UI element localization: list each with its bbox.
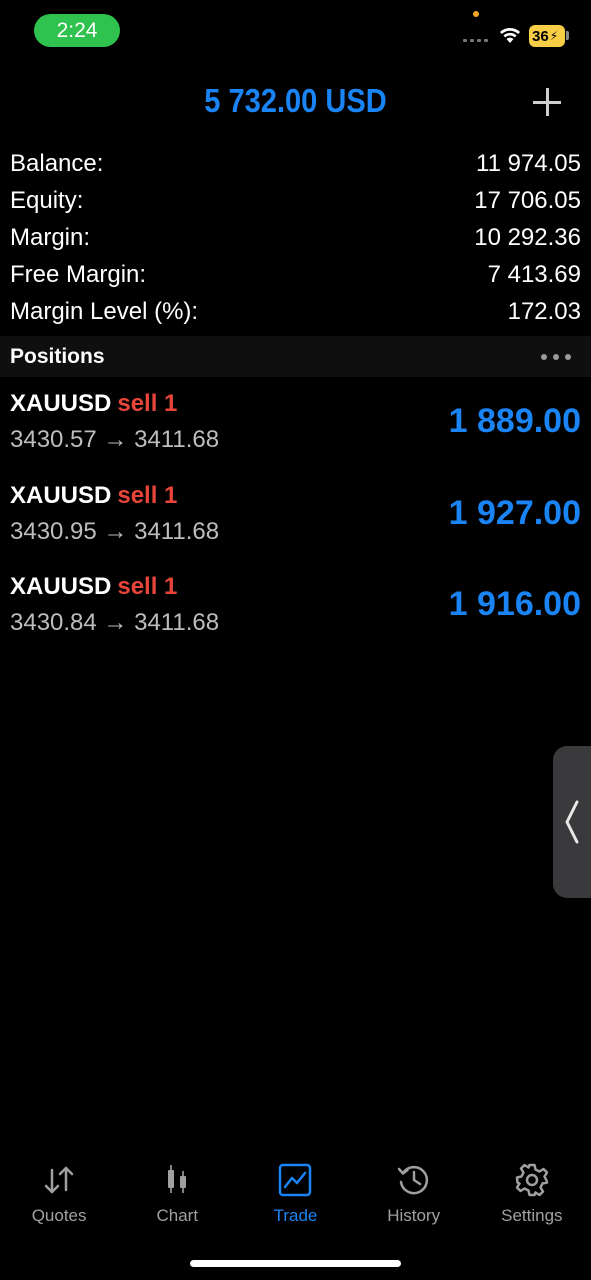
- tab-label: Settings: [501, 1206, 563, 1225]
- cellular-signal-icon: [463, 39, 488, 42]
- battery-icon: 36 ⚡: [529, 25, 565, 47]
- summary-label: Equity:: [10, 186, 84, 214]
- position-side: sell 1: [117, 390, 178, 417]
- tab-label: History: [387, 1206, 441, 1225]
- battery-tip: [566, 31, 569, 40]
- tab-chart[interactable]: Chart: [118, 1150, 236, 1240]
- position-prices: 3430.84 → 3411.68: [10, 609, 220, 636]
- chevron-left-icon: [565, 800, 579, 844]
- position-side: sell 1: [117, 573, 178, 600]
- summary-label: Balance:: [10, 149, 104, 177]
- summary-row-margin: Margin: 10 292.36: [10, 219, 581, 256]
- summary-value: 10 292.36: [474, 223, 581, 251]
- position-symbol: XAUUSD: [10, 481, 112, 509]
- account-profit-title: 5 732.00 USD: [204, 82, 387, 119]
- summary-label: Margin Level (%):: [10, 297, 199, 325]
- summary-label: Margin:: [10, 223, 91, 251]
- more-options-icon[interactable]: [541, 353, 571, 360]
- home-indicator[interactable]: [190, 1260, 401, 1267]
- position-title: XAUUSD sell 1: [10, 573, 177, 601]
- position-side: sell 1: [117, 481, 178, 509]
- position-title: XAUUSD sell 1: [10, 390, 177, 418]
- tab-trade[interactable]: Trade: [236, 1150, 354, 1240]
- tab-label: Quotes: [31, 1206, 87, 1225]
- tab-label: Chart: [156, 1206, 199, 1225]
- history-icon: [397, 1165, 428, 1195]
- position-profit: 1 916.00: [448, 585, 581, 623]
- summary-value: 7 413.69: [487, 260, 581, 288]
- position-title: XAUUSD sell 1: [10, 482, 177, 510]
- position-row[interactable]: XAUUSD sell 1 3430.84 → 3411.68 1 916.00: [0, 567, 591, 659]
- position-prices: 3430.57 → 3411.68: [10, 426, 220, 453]
- summary-value: 17 706.05: [474, 186, 581, 214]
- summary-label: Free Margin:: [10, 260, 147, 288]
- status-bar: 2:24 36 ⚡: [0, 0, 591, 60]
- tab-quotes[interactable]: Quotes: [0, 1150, 118, 1240]
- position-symbol: XAUUSD: [10, 573, 112, 600]
- new-order-button[interactable]: [531, 86, 563, 118]
- summary-row-free-margin: Free Margin: 7 413.69: [10, 256, 581, 293]
- position-symbol: XAUUSD: [10, 390, 112, 417]
- account-summary: Balance: 11 974.05 Equity: 17 706.05 Mar…: [10, 145, 581, 330]
- summary-row-balance: Balance: 11 974.05: [10, 145, 581, 182]
- bottom-tab-bar: Quotes Chart Trade History Settings: [0, 1150, 591, 1240]
- trade-icon: [279, 1163, 312, 1197]
- position-profit: 1 889.00: [448, 402, 581, 440]
- tab-settings[interactable]: Settings: [473, 1150, 591, 1240]
- summary-row-equity: Equity: 17 706.05: [10, 182, 581, 219]
- position-row[interactable]: XAUUSD sell 1 3430.57 → 3411.68 1 889.00: [0, 384, 591, 476]
- tab-history[interactable]: History: [355, 1150, 473, 1240]
- positions-list: XAUUSD sell 1 3430.57 → 3411.68 1 889.00 …: [0, 384, 591, 659]
- position-row[interactable]: XAUUSD sell 1 3430.95 → 3411.68 1 927.00: [0, 476, 591, 568]
- positions-section-header: Positions: [0, 336, 591, 377]
- position-profit: 1 927.00: [448, 493, 581, 532]
- battery-level: 36: [532, 27, 549, 45]
- quotes-icon: [44, 1166, 74, 1194]
- summary-row-margin-level: Margin Level (%): 172.03: [10, 293, 581, 330]
- chart-icon: [168, 1165, 187, 1193]
- summary-value: 172.03: [507, 297, 581, 325]
- summary-value: 11 974.05: [476, 149, 581, 177]
- wifi-icon: [500, 28, 520, 43]
- settings-icon: [515, 1163, 549, 1197]
- privacy-indicator-dot: [473, 11, 479, 17]
- side-panel-handle[interactable]: [553, 746, 591, 898]
- positions-title: Positions: [10, 344, 105, 368]
- position-prices: 3430.95 → 3411.68: [10, 517, 220, 545]
- status-time: 2:24: [34, 14, 120, 47]
- tab-label: Trade: [273, 1206, 318, 1225]
